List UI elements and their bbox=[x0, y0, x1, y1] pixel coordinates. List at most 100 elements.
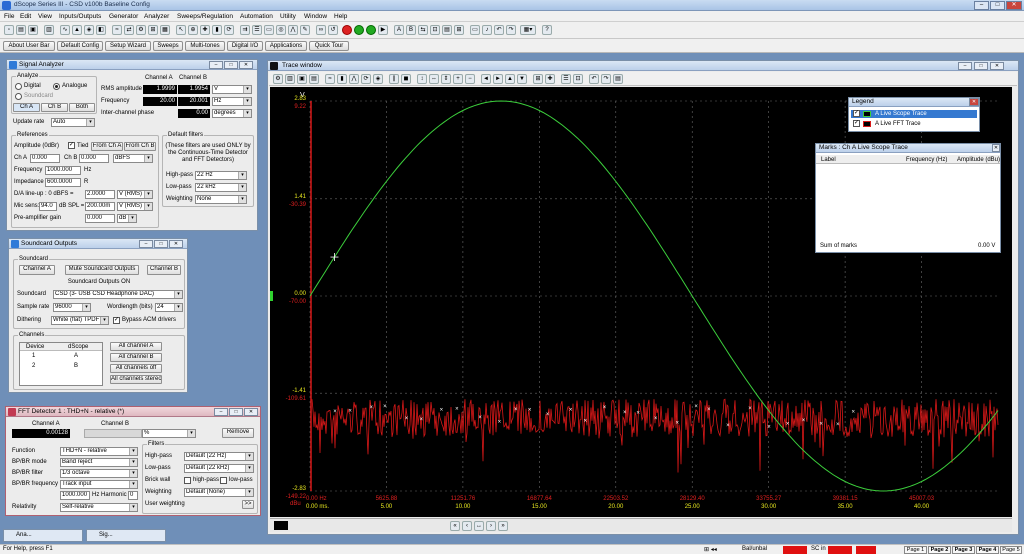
analogue-radio[interactable] bbox=[53, 83, 60, 90]
ref-freq-input[interactable]: 1000.000 bbox=[45, 166, 81, 175]
menu-help[interactable]: Help bbox=[334, 13, 347, 20]
panel-close-icon[interactable]: ✕ bbox=[990, 62, 1004, 70]
filter-icon[interactable]: ⋀ bbox=[288, 25, 298, 35]
channel-b-button[interactable]: Channel B bbox=[147, 265, 181, 275]
page-2-tab[interactable]: Page 2 bbox=[928, 546, 951, 554]
about-user-bar-button[interactable]: About User Bar bbox=[3, 41, 55, 51]
open-icon[interactable]: ▤ bbox=[16, 25, 26, 35]
maximize-icon[interactable]: □ bbox=[990, 1, 1005, 10]
menu-view[interactable]: View bbox=[38, 13, 52, 20]
df-hp-select[interactable]: 22 Hz bbox=[195, 171, 247, 180]
panel-minimize-icon[interactable]: – bbox=[139, 240, 153, 248]
fft-hp-select[interactable]: Default (22 Hz) bbox=[184, 452, 254, 461]
undo-icon[interactable]: ↶ bbox=[494, 25, 504, 35]
mic-sens-input[interactable]: 200.00m bbox=[85, 202, 115, 211]
legend-close-icon[interactable]: ✕ bbox=[969, 98, 979, 106]
wordlength-select[interactable]: 24 bbox=[155, 303, 183, 312]
scroll-up-icon[interactable]: ▲ bbox=[505, 74, 515, 84]
scroll-first-icon[interactable]: « bbox=[450, 521, 460, 531]
fft-unit-select[interactable]: % bbox=[142, 429, 196, 438]
close-icon[interactable]: ✕ bbox=[1006, 1, 1022, 10]
sample-rate-select[interactable]: 96000 bbox=[53, 303, 91, 312]
print-icon[interactable]: ▥ bbox=[44, 25, 54, 35]
fft-weighting-select[interactable]: Default (None) bbox=[184, 488, 254, 497]
bpbr-freq-select[interactable]: Track input bbox=[60, 480, 138, 489]
trace-chart-icon[interactable]: ▮ bbox=[337, 74, 347, 84]
scroll-next-icon[interactable]: › bbox=[486, 521, 496, 531]
stop-icon[interactable] bbox=[342, 25, 352, 35]
panel-minimize-icon[interactable]: – bbox=[214, 408, 228, 416]
multi-tones-button[interactable]: Multi-tones bbox=[185, 41, 225, 51]
limits-icon[interactable]: ⊡ bbox=[573, 74, 583, 84]
grid-icon[interactable]: ⊞ bbox=[454, 25, 464, 35]
minimized-analyzer[interactable]: Ana... bbox=[3, 529, 83, 542]
legend-scope-checkbox[interactable]: ✓ bbox=[853, 110, 860, 117]
sweep-icon[interactable]: ⇄ bbox=[124, 25, 134, 35]
channel-a-button[interactable]: Channel A bbox=[19, 265, 55, 275]
trace-print-icon[interactable]: ▥ bbox=[285, 74, 295, 84]
route-icon[interactable]: ⇉ bbox=[240, 25, 250, 35]
help-icon[interactable]: ? bbox=[542, 25, 552, 35]
scroll-right-icon[interactable]: ► bbox=[493, 74, 503, 84]
from-cha-button[interactable]: From Ch A bbox=[91, 142, 123, 151]
soundcard-radio[interactable] bbox=[15, 93, 22, 100]
digital-radio[interactable] bbox=[15, 83, 22, 90]
trace-cursor-icon[interactable]: ↕ bbox=[417, 74, 427, 84]
menu-automation[interactable]: Automation bbox=[240, 13, 273, 20]
redo-icon[interactable]: ↷ bbox=[506, 25, 516, 35]
run-icon[interactable] bbox=[354, 25, 364, 35]
soundcard-select[interactable]: CSD (3- USB CSD Headphone DAC) bbox=[53, 290, 183, 299]
ref-chb-input[interactable]: 0.000 bbox=[79, 154, 109, 163]
legend-fft-checkbox[interactable]: ✓ bbox=[853, 120, 860, 127]
zoom-x-icon[interactable]: ⇔ bbox=[429, 74, 439, 84]
tools-icon[interactable]: ✎ bbox=[300, 25, 310, 35]
page-1-tab[interactable]: Page 1 bbox=[904, 546, 927, 554]
applications-button[interactable]: Applications bbox=[265, 41, 307, 51]
page-5-tab[interactable]: Page 5 bbox=[1000, 546, 1022, 554]
minimize-icon[interactable]: – bbox=[974, 1, 989, 10]
panel-restore-icon[interactable]: □ bbox=[229, 408, 243, 416]
fft-icon[interactable]: ▲ bbox=[72, 25, 82, 35]
reg-icon[interactable]: ⚙ bbox=[136, 25, 146, 35]
bpbr-freq-input[interactable]: 1000.000 bbox=[60, 491, 90, 500]
phase-unit-select[interactable]: degrees bbox=[212, 109, 252, 118]
settings-icon[interactable]: ☰ bbox=[252, 25, 262, 35]
zoom-y-icon[interactable]: ⇕ bbox=[441, 74, 451, 84]
tied-checkbox[interactable]: ✓ bbox=[68, 142, 75, 149]
graph-icon[interactable]: ⊞ bbox=[148, 25, 158, 35]
minimized-signal[interactable]: Sig... bbox=[86, 529, 166, 542]
new-icon[interactable]: ▫ bbox=[4, 25, 14, 35]
scroll-left-icon[interactable]: ◄ bbox=[481, 74, 491, 84]
cursor-icon[interactable]: ↖ bbox=[176, 25, 186, 35]
legend-item-fft[interactable]: ✓ A Live FFT Trace bbox=[851, 120, 977, 128]
all-channels-off-button[interactable]: All channels off bbox=[110, 364, 162, 373]
mic-unit-select[interactable]: V (RMS) bbox=[117, 202, 153, 211]
default-config-button[interactable]: Default Config bbox=[57, 41, 103, 51]
table-row-dscope[interactable]: A bbox=[74, 353, 78, 359]
speaker-icon[interactable]: ♪ bbox=[482, 25, 492, 35]
trace-auto-icon[interactable]: ⟳ bbox=[361, 74, 371, 84]
scan-icon[interactable]: ▤ bbox=[442, 25, 452, 35]
menu-analyzer[interactable]: Analyzer bbox=[144, 13, 169, 20]
panel-restore-icon[interactable]: □ bbox=[974, 62, 988, 70]
preamp-input[interactable]: 0.000 bbox=[85, 214, 115, 223]
ch-b-button[interactable]: Ch B bbox=[41, 103, 68, 112]
undo-zoom-icon[interactable]: ↶ bbox=[589, 74, 599, 84]
ref-unit-select[interactable]: dBFS bbox=[113, 154, 153, 163]
link-icon[interactable]: ∞ bbox=[316, 25, 326, 35]
user-weighting-button[interactable]: >> bbox=[242, 500, 254, 509]
brick-hp-checkbox[interactable] bbox=[184, 477, 191, 484]
panel-close-icon[interactable]: ✕ bbox=[244, 408, 258, 416]
layout-icon[interactable]: ▦▾ bbox=[520, 25, 536, 35]
all-channel-b-button[interactable]: All channel B bbox=[110, 353, 162, 362]
sweeps-button[interactable]: Sweeps bbox=[153, 41, 183, 51]
from-chb-button[interactable]: From Ch B bbox=[124, 142, 156, 151]
calib-icon[interactable]: ◎ bbox=[276, 25, 286, 35]
ch-b-icon[interactable]: B bbox=[406, 25, 416, 35]
remove-button[interactable]: Remove bbox=[222, 428, 254, 438]
ref-cha-input[interactable]: 0.000 bbox=[30, 154, 60, 163]
io-icon[interactable]: ⊡ bbox=[430, 25, 440, 35]
trace-peak-icon[interactable]: ⋀ bbox=[349, 74, 359, 84]
trace-settings-icon[interactable]: ⚙ bbox=[273, 74, 283, 84]
redo-zoom-icon[interactable]: ↷ bbox=[601, 74, 611, 84]
